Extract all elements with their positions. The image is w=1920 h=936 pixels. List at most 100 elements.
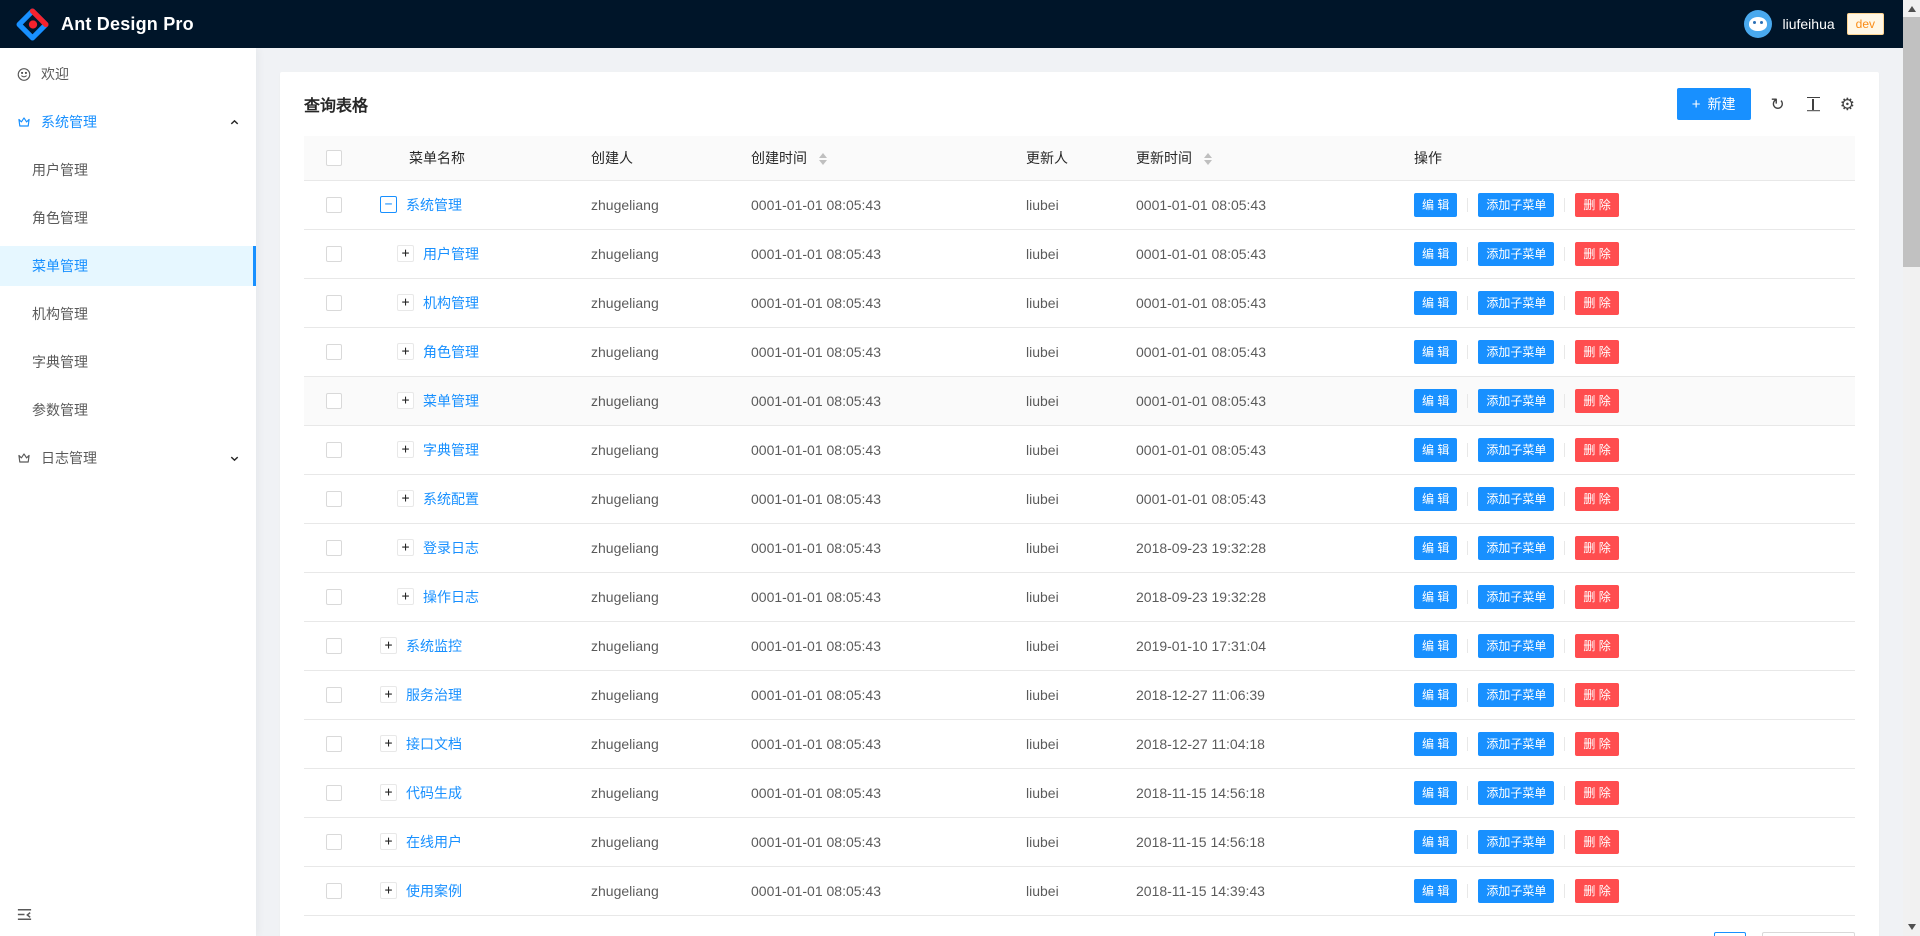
add-child-menu-button[interactable]: 添加子菜单 — [1478, 585, 1554, 609]
edit-button[interactable]: 编 辑 — [1414, 879, 1457, 903]
column-header-created-time[interactable]: 创建时间 — [735, 136, 1010, 180]
add-child-menu-button[interactable]: 添加子菜单 — [1478, 291, 1554, 315]
row-checkbox[interactable] — [326, 442, 342, 458]
user-menu[interactable]: liufeihua dev — [1744, 10, 1884, 38]
edit-button[interactable]: 编 辑 — [1414, 634, 1457, 658]
new-button[interactable]: + 新建 — [1677, 88, 1751, 120]
delete-button[interactable]: 删 除 — [1575, 781, 1618, 805]
pagination-page-1[interactable]: 1 — [1714, 932, 1746, 936]
delete-button[interactable]: 删 除 — [1575, 879, 1618, 903]
row-checkbox[interactable] — [326, 834, 342, 850]
logo[interactable]: Ant Design Pro — [0, 8, 194, 41]
add-child-menu-button[interactable]: 添加子菜单 — [1478, 781, 1554, 805]
expand-row-icon[interactable]: + — [397, 245, 414, 262]
menu-name-link[interactable]: 服务治理 — [406, 685, 462, 705]
add-child-menu-button[interactable]: 添加子菜单 — [1478, 879, 1554, 903]
column-height-icon[interactable] — [1807, 97, 1820, 112]
menu-name-link[interactable]: 用户管理 — [423, 244, 479, 264]
add-child-menu-button[interactable]: 添加子菜单 — [1478, 340, 1554, 364]
delete-button[interactable]: 删 除 — [1575, 487, 1618, 511]
add-child-menu-button[interactable]: 添加子菜单 — [1478, 830, 1554, 854]
row-checkbox[interactable] — [326, 883, 342, 899]
menu-name-link[interactable]: 系统监控 — [406, 636, 462, 656]
menu-name-link[interactable]: 代码生成 — [406, 783, 462, 803]
delete-button[interactable]: 删 除 — [1575, 291, 1618, 315]
row-checkbox[interactable] — [326, 295, 342, 311]
edit-button[interactable]: 编 辑 — [1414, 536, 1457, 560]
expand-row-icon[interactable]: + — [397, 539, 414, 556]
expand-row-icon[interactable]: + — [380, 784, 397, 801]
add-child-menu-button[interactable]: 添加子菜单 — [1478, 242, 1554, 266]
sidebar-item-菜单管理[interactable]: 菜单管理 — [0, 246, 256, 286]
page-size-select[interactable]: 10 条/页 — [1762, 932, 1855, 936]
menu-name-link[interactable]: 机构管理 — [423, 293, 479, 313]
expand-row-icon[interactable]: + — [397, 588, 414, 605]
delete-button[interactable]: 删 除 — [1575, 193, 1618, 217]
vertical-scrollbar[interactable] — [1903, 0, 1920, 936]
menu-name-link[interactable]: 字典管理 — [423, 440, 479, 460]
expand-row-icon[interactable]: + — [397, 392, 414, 409]
edit-button[interactable]: 编 辑 — [1414, 389, 1457, 413]
edit-button[interactable]: 编 辑 — [1414, 585, 1457, 609]
sidebar-item-用户管理[interactable]: 用户管理 — [0, 150, 256, 190]
row-checkbox[interactable] — [326, 638, 342, 654]
add-child-menu-button[interactable]: 添加子菜单 — [1478, 683, 1554, 707]
sidebar-item-机构管理[interactable]: 机构管理 — [0, 294, 256, 334]
edit-button[interactable]: 编 辑 — [1414, 732, 1457, 756]
edit-button[interactable]: 编 辑 — [1414, 291, 1457, 315]
sidebar-item-参数管理[interactable]: 参数管理 — [0, 390, 256, 430]
add-child-menu-button[interactable]: 添加子菜单 — [1478, 536, 1554, 560]
add-child-menu-button[interactable]: 添加子菜单 — [1478, 487, 1554, 511]
scrollbar-thumb[interactable] — [1903, 17, 1920, 267]
edit-button[interactable]: 编 辑 — [1414, 340, 1457, 364]
delete-button[interactable]: 删 除 — [1575, 389, 1618, 413]
row-checkbox[interactable] — [326, 540, 342, 556]
delete-button[interactable]: 删 除 — [1575, 732, 1618, 756]
row-checkbox[interactable] — [326, 589, 342, 605]
add-child-menu-button[interactable]: 添加子菜单 — [1478, 438, 1554, 462]
delete-button[interactable]: 删 除 — [1575, 340, 1618, 364]
menu-name-link[interactable]: 登录日志 — [423, 538, 479, 558]
row-checkbox[interactable] — [326, 393, 342, 409]
edit-button[interactable]: 编 辑 — [1414, 242, 1457, 266]
row-checkbox[interactable] — [326, 246, 342, 262]
menu-name-link[interactable]: 操作日志 — [423, 587, 479, 607]
sorter-icon[interactable] — [1204, 153, 1212, 165]
delete-button[interactable]: 删 除 — [1575, 438, 1618, 462]
sidebar-item-字典管理[interactable]: 字典管理 — [0, 342, 256, 382]
add-child-menu-button[interactable]: 添加子菜单 — [1478, 389, 1554, 413]
add-child-menu-button[interactable]: 添加子菜单 — [1478, 193, 1554, 217]
collapse-row-icon[interactable]: − — [380, 196, 397, 213]
expand-row-icon[interactable]: + — [397, 490, 414, 507]
delete-button[interactable]: 删 除 — [1575, 242, 1618, 266]
column-header-updated-time[interactable]: 更新时间 — [1120, 136, 1398, 180]
expand-row-icon[interactable]: + — [380, 637, 397, 654]
row-checkbox[interactable] — [326, 491, 342, 507]
delete-button[interactable]: 删 除 — [1575, 634, 1618, 658]
edit-button[interactable]: 编 辑 — [1414, 193, 1457, 217]
menu-name-link[interactable]: 系统配置 — [423, 489, 479, 509]
add-child-menu-button[interactable]: 添加子菜单 — [1478, 732, 1554, 756]
expand-row-icon[interactable]: + — [380, 833, 397, 850]
expand-row-icon[interactable]: + — [397, 294, 414, 311]
row-checkbox[interactable] — [326, 736, 342, 752]
expand-row-icon[interactable]: + — [380, 882, 397, 899]
delete-button[interactable]: 删 除 — [1575, 830, 1618, 854]
expand-row-icon[interactable]: + — [380, 686, 397, 703]
scroll-up-arrow-icon[interactable] — [1908, 6, 1916, 12]
row-checkbox[interactable] — [326, 687, 342, 703]
expand-row-icon[interactable]: + — [380, 735, 397, 752]
menu-name-link[interactable]: 系统管理 — [406, 195, 462, 215]
edit-button[interactable]: 编 辑 — [1414, 830, 1457, 854]
sidebar-item-日志管理[interactable]: 日志管理 — [0, 438, 256, 478]
row-checkbox[interactable] — [326, 785, 342, 801]
add-child-menu-button[interactable]: 添加子菜单 — [1478, 634, 1554, 658]
menu-name-link[interactable]: 使用案例 — [406, 881, 462, 901]
delete-button[interactable]: 删 除 — [1575, 536, 1618, 560]
sidebar-item-角色管理[interactable]: 角色管理 — [0, 198, 256, 238]
expand-row-icon[interactable]: + — [397, 343, 414, 360]
menu-fold-icon[interactable] — [16, 906, 33, 926]
settings-gear-icon[interactable]: ⚙ — [1840, 96, 1855, 113]
menu-name-link[interactable]: 在线用户 — [406, 832, 462, 852]
sorter-icon[interactable] — [819, 153, 827, 165]
